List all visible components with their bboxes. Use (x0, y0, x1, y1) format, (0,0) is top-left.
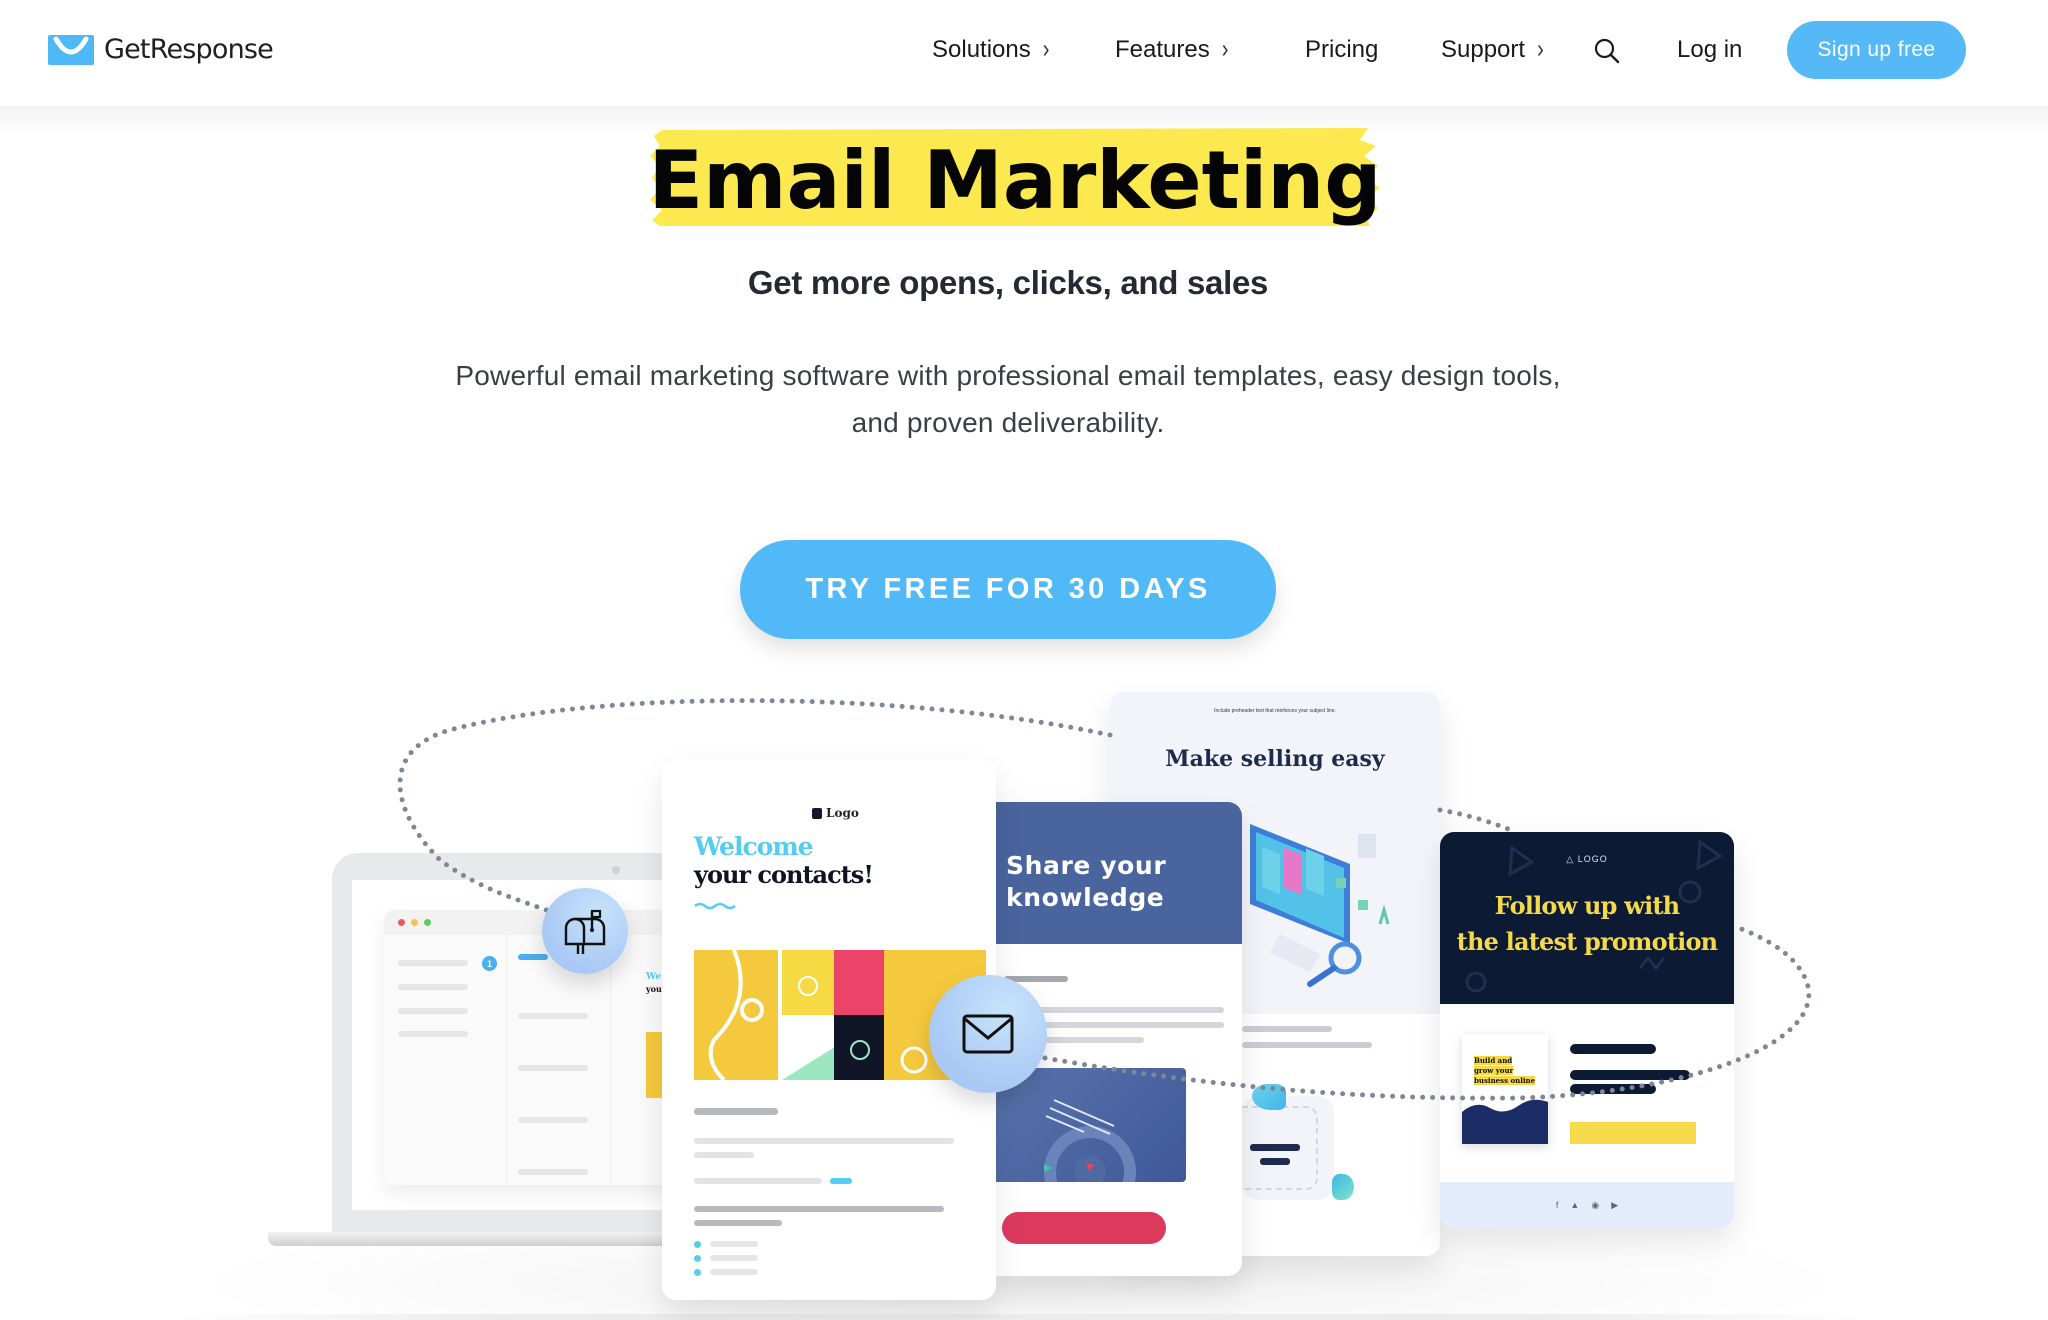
email-bubble (929, 975, 1047, 1093)
nav-support[interactable]: Support › (1441, 35, 1544, 64)
nav-solutions-label: Solutions (932, 36, 1031, 63)
envelope-icon (962, 1014, 1014, 1054)
logo-icon (48, 34, 94, 65)
dotted-connection-path (397, 698, 1812, 1101)
site-header: GetResponse Solutions › Features › Prici… (0, 0, 2048, 106)
brand-name: GetResponse (104, 34, 274, 65)
hero-illustration: 1 We you Include preheader text that rei… (0, 0, 2048, 1320)
chevron-right-icon: › (1537, 35, 1544, 64)
nav-solutions[interactable]: Solutions › (932, 35, 1050, 64)
login-link[interactable]: Log in (1677, 36, 1742, 64)
mailbox-bubble (542, 888, 628, 974)
nav-features-label: Features (1115, 36, 1210, 63)
brand-logo[interactable]: GetResponse (48, 34, 274, 65)
chevron-right-icon: › (1221, 35, 1229, 64)
mailbox-icon (564, 909, 606, 954)
nav-features[interactable]: Features › (1115, 35, 1229, 64)
search-icon[interactable] (1593, 37, 1621, 65)
nav-pricing-label: Pricing (1305, 36, 1379, 63)
login-label: Log in (1677, 36, 1743, 63)
nav-support-label: Support (1441, 36, 1526, 63)
chevron-right-icon: › (1042, 35, 1050, 64)
nav-pricing[interactable]: Pricing (1305, 36, 1378, 64)
signup-button[interactable]: Sign up free (1787, 21, 1966, 79)
